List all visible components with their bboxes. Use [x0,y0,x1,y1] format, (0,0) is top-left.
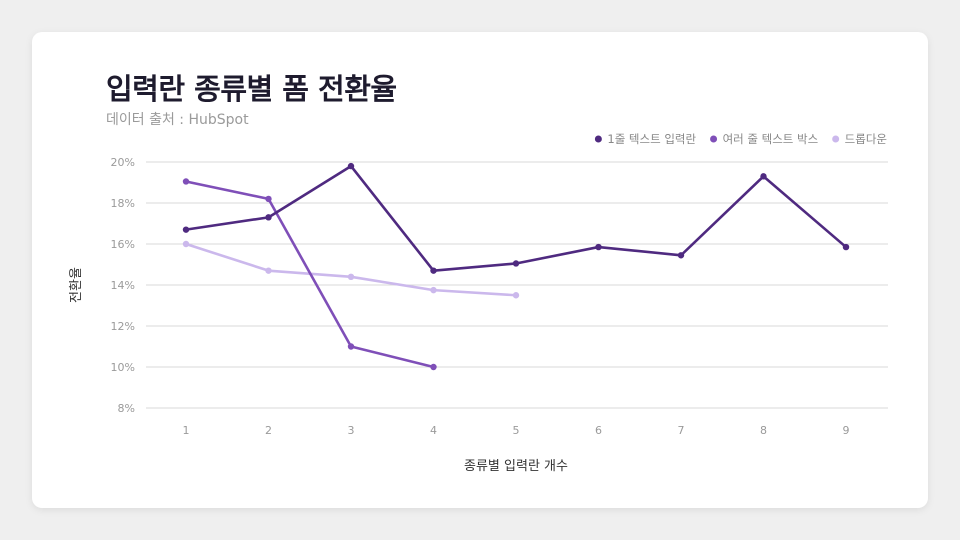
x-tick-label: 5 [513,424,520,437]
data-point [430,363,437,371]
legend-item: 여러 줄 텍스트 박스 [710,132,818,146]
x-tick-label: 2 [265,424,272,437]
legend-marker [832,135,840,143]
series-line [184,164,848,272]
series-line [184,180,435,369]
legend-label: 드롭다운 [845,132,887,146]
x-tick-label: 4 [430,424,437,437]
x-tick-label: 3 [348,424,355,437]
data-point [512,292,520,299]
data-point [512,260,520,267]
x-tick-label: 7 [678,424,685,437]
data-point [430,286,437,294]
data-point [265,267,272,274]
line-chart: 8% 10% 12% 14% 16% 18% 20% 1 2 3 4 5 6 7 8 9 1줄 텍스트 입력… [69,132,888,474]
data-point [430,267,437,274]
x-tick-label: 9 [843,424,850,437]
data-point [265,214,272,221]
legend-marker [710,135,718,143]
data-point [182,240,190,248]
legend-marker [594,135,602,143]
legend-label: 여러 줄 텍스트 박스 [723,132,819,146]
x-tick-label: 1 [183,424,190,437]
data-point [182,226,190,233]
legend-item: 1줄 텍스트 입력란 [594,132,696,146]
data-point [347,343,355,350]
y-axis-ticks: 8% 10% 12% 14% 16% 18% 20% [111,156,135,415]
y-tick-label: 20% [111,156,135,169]
x-tick-label: 6 [595,424,602,437]
legend-label: 1줄 텍스트 입력란 [607,132,696,146]
x-tick-label: 8 [760,424,767,437]
x-axis-ticks: 1 2 3 4 5 6 7 8 9 [183,424,850,437]
y-tick-label: 8% [118,402,135,415]
legend: 1줄 텍스트 입력란 여러 줄 텍스트 박스 드롭다운 [594,132,887,146]
y-tick-label: 10% [111,361,135,374]
data-point [595,243,602,251]
x-axis-label: 종류별 입력란 개수 [464,459,568,474]
data-point [760,173,767,180]
data-point [347,273,355,280]
data-point [842,243,850,251]
y-tick-label: 12% [111,320,135,333]
data-point [182,178,190,185]
y-tick-label: 16% [111,238,135,251]
y-tick-label: 14% [111,279,135,292]
y-axis-label: 전환율 [69,267,84,303]
series-points [182,162,850,371]
data-point [347,162,355,170]
grid-lines [146,161,888,409]
y-tick-label: 18% [111,197,135,210]
data-point [265,195,272,203]
legend-item: 드롭다운 [832,132,887,146]
series-line [184,242,518,297]
data-point [677,252,685,259]
